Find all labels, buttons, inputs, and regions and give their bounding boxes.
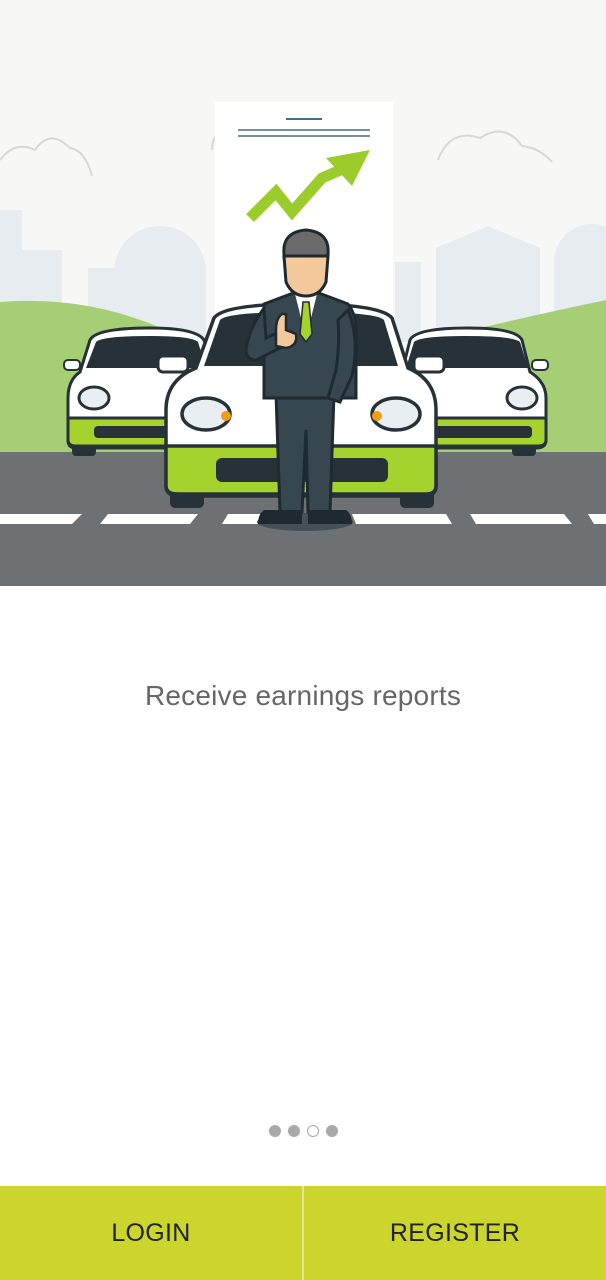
register-button[interactable]: REGISTER [304, 1186, 606, 1280]
onboarding-illustration [0, 0, 606, 586]
bottom-action-bar: LOGIN REGISTER [0, 1186, 606, 1280]
page-dot-1[interactable] [268, 1125, 281, 1137]
login-button[interactable]: LOGIN [0, 1186, 302, 1280]
page-dot-4[interactable] [325, 1125, 338, 1137]
onboarding-caption: Receive earnings reports [144, 680, 462, 711]
page-indicator [0, 1125, 606, 1139]
page-dot-3-active[interactable] [306, 1125, 319, 1137]
page-dot-2[interactable] [287, 1125, 300, 1137]
